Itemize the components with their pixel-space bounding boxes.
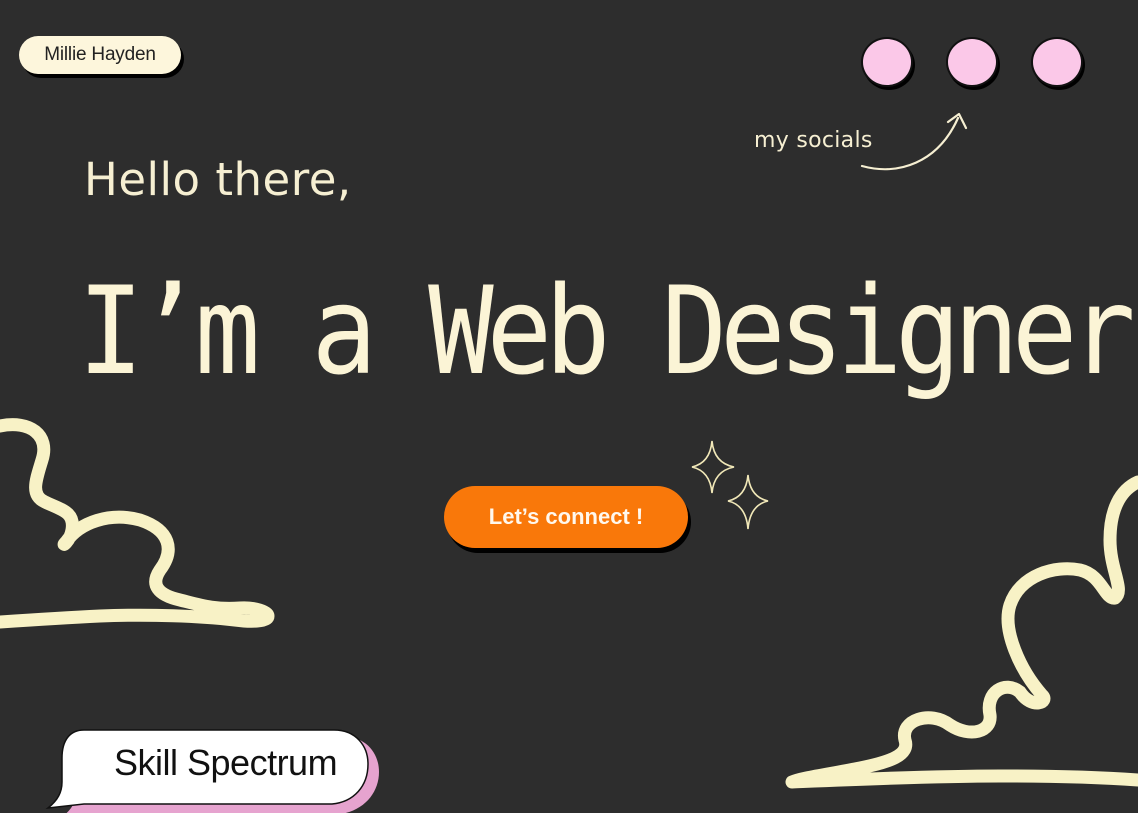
social-link-2[interactable] xyxy=(946,37,998,87)
cloud-doodle-left xyxy=(0,418,275,629)
skill-spectrum-label: Skill Spectrum xyxy=(114,742,338,783)
greeting: Hello there, xyxy=(84,153,352,206)
connect-button-label: Let’s connect ! xyxy=(488,504,644,529)
name-badge[interactable]: Millie Hayden xyxy=(19,36,181,74)
sparkle-icon xyxy=(691,440,769,530)
skill-spectrum-tab[interactable]: Skill Spectrum xyxy=(44,728,380,813)
cloud-doodle-right xyxy=(785,475,1138,789)
curved-arrow-icon xyxy=(860,112,968,171)
social-link-3[interactable] xyxy=(1031,37,1083,87)
socials-label: my socials xyxy=(754,128,873,153)
name-badge-label: Millie Hayden xyxy=(44,44,156,65)
social-link-1[interactable] xyxy=(861,37,913,87)
page-title: I’m a Web Designer xyxy=(78,261,1136,402)
connect-button[interactable]: Let’s connect ! xyxy=(444,486,688,548)
